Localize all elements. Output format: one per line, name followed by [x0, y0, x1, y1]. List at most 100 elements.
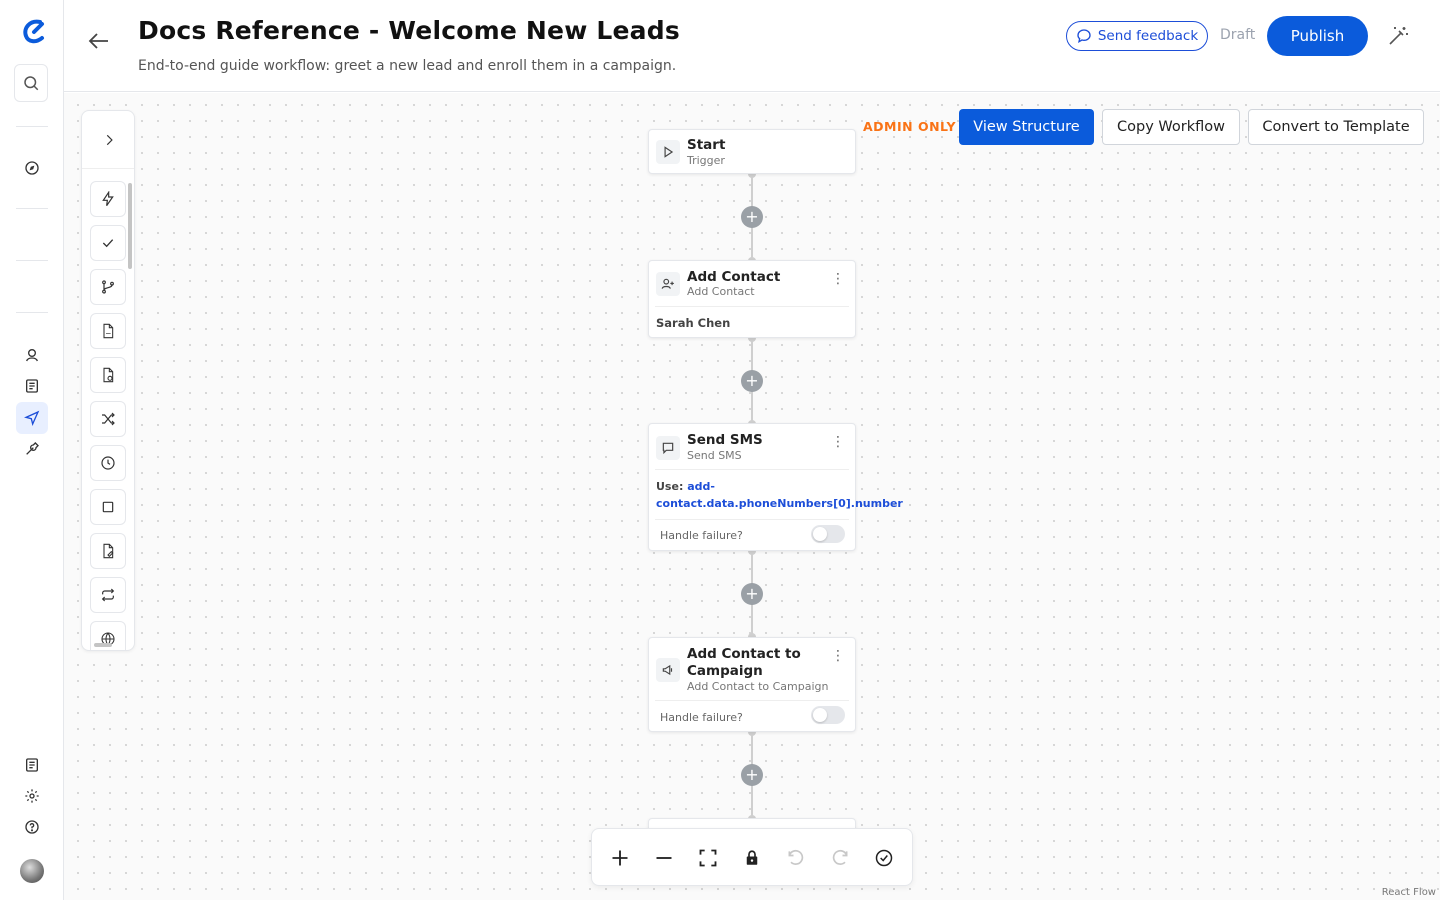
add-step-button[interactable]: + [741, 764, 763, 786]
use-label: Use: [656, 480, 684, 493]
node-title: Start [687, 137, 726, 153]
help-icon[interactable] [16, 811, 48, 843]
rail-divider [16, 208, 48, 209]
contacts-icon[interactable] [16, 339, 48, 371]
search-button[interactable] [14, 64, 48, 102]
git-branch-icon [102, 280, 114, 294]
handle-failure-toggle[interactable] [811, 525, 845, 543]
file-edit-tool-button[interactable] [90, 533, 126, 569]
node-title: Add Contact to Campaign [687, 646, 801, 679]
add-step-button[interactable]: + [741, 583, 763, 605]
react-flow-attribution[interactable]: React Flow [1382, 887, 1436, 898]
loop-tool-button[interactable] [90, 577, 126, 613]
file-add-icon [103, 367, 114, 383]
validate-button[interactable] [872, 846, 896, 870]
redo-icon [832, 849, 848, 865]
workflow-canvas[interactable]: ADMIN ONLY View Structure Copy Workflow … [64, 93, 1440, 900]
page-title: Docs Reference - Welcome New Leads [138, 16, 680, 45]
lightning-icon [102, 191, 114, 207]
left-rail [0, 0, 64, 900]
toolbox-scrollbar[interactable] [128, 183, 132, 269]
shuffle-icon [102, 412, 115, 426]
handle-failure-label: Handle failure? [660, 529, 743, 542]
check-tool-button[interactable] [90, 225, 126, 261]
node-subtitle: Add Contact to Campaign [687, 680, 829, 693]
delay-tool-button[interactable] [90, 445, 126, 481]
node-divider [655, 306, 849, 307]
status-badge: Draft [1220, 27, 1256, 43]
undo-icon [788, 849, 804, 865]
handle-failure-toggle[interactable] [811, 706, 845, 724]
plus-icon [612, 850, 628, 866]
minus-icon [656, 857, 672, 859]
branch-tool-button[interactable] [90, 269, 126, 305]
node-subtitle: Send SMS [687, 449, 742, 462]
list-icon[interactable] [16, 370, 48, 402]
send-sms-node[interactable]: Send SMS Send SMS ⋮ Use: add-contact.dat… [648, 423, 903, 551]
undo-button[interactable] [784, 846, 808, 870]
csv-file-tool-button[interactable] [90, 313, 126, 349]
view-structure-button[interactable]: View Structure [959, 109, 1094, 145]
lock-button[interactable] [740, 846, 764, 870]
zoom-in-button[interactable] [608, 846, 632, 870]
workflows-icon[interactable] [16, 402, 48, 434]
chat-bubble-icon [1077, 29, 1091, 43]
avatar[interactable] [20, 859, 44, 883]
magic-wand-icon[interactable] [1386, 24, 1410, 48]
docs-icon[interactable] [16, 749, 48, 781]
node-subtitle: Add Contact [687, 285, 755, 298]
add-step-button[interactable]: + [741, 206, 763, 228]
node-menu-icon[interactable]: ⋮ [831, 435, 845, 451]
toolbox-horizontal-scrollbar[interactable] [94, 643, 112, 647]
gear-icon[interactable] [16, 780, 48, 812]
file-csv-icon [103, 323, 114, 339]
rail-divider [16, 260, 48, 261]
message-icon [656, 436, 680, 460]
send-feedback-button[interactable]: Send feedback [1066, 21, 1208, 51]
copy-workflow-button[interactable]: Copy Workflow [1102, 109, 1240, 145]
redo-button[interactable] [828, 846, 852, 870]
page-subtitle: End-to-end guide workflow: greet a new l… [138, 58, 677, 74]
node-use-field: Use: add-contact.data.phoneNumbers[0].nu… [656, 478, 903, 512]
convert-to-template-button[interactable]: Convert to Template [1248, 109, 1424, 145]
stop-tool-button[interactable] [90, 489, 126, 525]
fit-view-button[interactable] [696, 846, 720, 870]
node-title: Add Contact [687, 269, 781, 285]
send-feedback-label: Send feedback [1097, 28, 1199, 44]
repeat-icon [101, 588, 115, 602]
node-divider [655, 519, 849, 520]
clock-icon [101, 456, 115, 470]
expand-toolbox-button[interactable] [82, 111, 134, 169]
megaphone-icon [656, 658, 680, 682]
app-logo-icon[interactable] [20, 18, 48, 46]
wrench-icon[interactable] [16, 433, 48, 465]
page-header: Docs Reference - Welcome New Leads End-t… [64, 0, 1440, 92]
node-subtitle: Trigger [687, 154, 725, 167]
file-edit-icon [103, 543, 114, 559]
handle-failure-label: Handle failure? [660, 711, 743, 724]
node-menu-icon[interactable]: ⋮ [831, 272, 845, 288]
node-title: Send SMS [687, 432, 763, 448]
node-menu-icon[interactable]: ⋮ [831, 649, 845, 665]
compass-icon[interactable] [16, 152, 48, 184]
publish-button[interactable]: Publish [1267, 16, 1368, 56]
back-arrow-icon[interactable] [86, 28, 112, 54]
add-step-button[interactable]: + [741, 370, 763, 392]
trigger-tool-button[interactable] [90, 181, 126, 217]
shuffle-tool-button[interactable] [90, 401, 126, 437]
square-icon [102, 501, 114, 513]
use-variable-link[interactable]: add-contact.data.phoneNumbers[0].number [656, 480, 903, 510]
zoom-out-button[interactable] [652, 846, 676, 870]
chevron-right-icon [106, 134, 113, 145]
check-circle-icon [875, 849, 893, 867]
start-node[interactable]: Start Trigger [648, 129, 856, 174]
node-divider [655, 469, 849, 470]
add-contact-node[interactable]: Add Contact Add Contact ⋮ Sarah Chen [648, 260, 856, 338]
add-to-campaign-node[interactable]: Add Contact to Campaign Add Contact to C… [648, 637, 856, 732]
canvas-controls [591, 828, 913, 886]
rail-divider [16, 312, 48, 313]
check-icon [102, 239, 114, 248]
file-add-tool-button[interactable] [90, 357, 126, 393]
lock-icon [746, 850, 758, 865]
rail-divider [16, 126, 48, 127]
